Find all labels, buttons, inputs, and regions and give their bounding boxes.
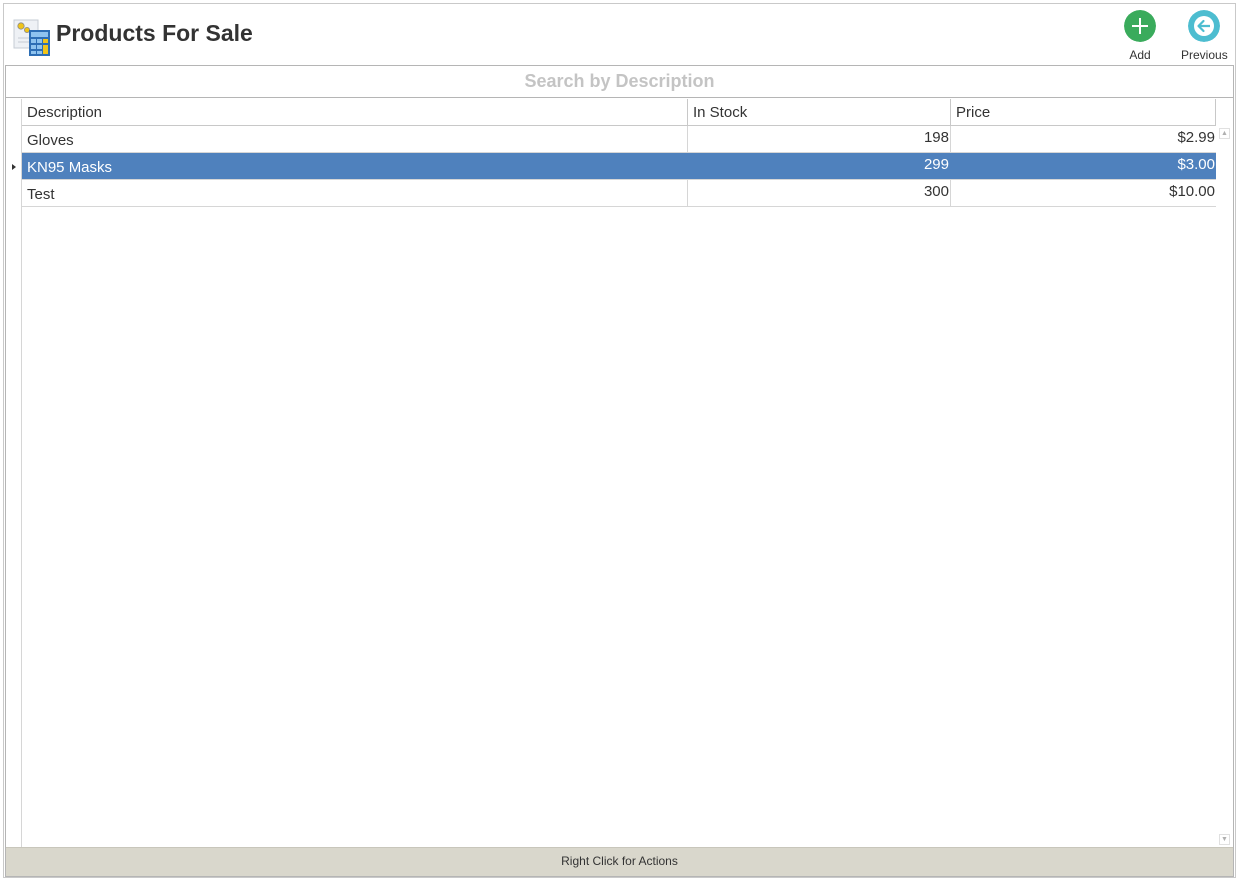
- cell-price: $10.00: [1169, 183, 1215, 200]
- cell-price: $2.99: [1177, 129, 1215, 146]
- previous-label: Previous: [1181, 48, 1228, 62]
- column-header-in-stock[interactable]: In Stock: [688, 99, 951, 126]
- cell-description: Gloves: [22, 126, 688, 152]
- table-body: Gloves 198 $2.99 KN95 Masks 299 $3.00 Te…: [22, 126, 1216, 207]
- page-title: Products For Sale: [56, 20, 253, 46]
- cell-description: KN95 Masks: [22, 153, 688, 179]
- cell-description: Test: [22, 180, 688, 206]
- row-indicator-column: [6, 99, 22, 847]
- cell-in-stock: 300: [688, 180, 951, 206]
- products-grid: Description In Stock Price Gloves 198 $2…: [5, 65, 1234, 877]
- table-row[interactable]: Test 300 $10.00: [22, 180, 1216, 207]
- scroll-down-icon[interactable]: ▼: [1219, 834, 1230, 845]
- search-input[interactable]: [6, 66, 1233, 98]
- cell-in-stock: 299: [688, 153, 951, 179]
- calculator-document-icon: [13, 19, 50, 56]
- arrow-left-circle-icon: [1188, 10, 1221, 42]
- cell-price: $3.00: [1177, 156, 1215, 173]
- current-row-indicator-icon: [12, 164, 16, 170]
- vertical-scrollbar[interactable]: ▲ ▼: [1217, 126, 1233, 847]
- status-bar: Right Click for Actions: [6, 847, 1233, 876]
- table-header: Description In Stock Price: [22, 99, 1216, 126]
- table-row-selected[interactable]: KN95 Masks 299 $3.00: [22, 153, 1216, 180]
- cell-in-stock: 198: [688, 126, 951, 152]
- column-header-description[interactable]: Description: [22, 99, 688, 126]
- add-label: Add: [1129, 48, 1151, 62]
- column-header-price[interactable]: Price: [951, 99, 1216, 126]
- add-button[interactable]: Add: [1124, 10, 1156, 62]
- plus-circle-icon: [1124, 10, 1156, 42]
- scroll-up-icon[interactable]: ▲: [1219, 128, 1230, 139]
- table-row[interactable]: Gloves 198 $2.99: [22, 126, 1216, 153]
- previous-button[interactable]: Previous: [1181, 10, 1228, 62]
